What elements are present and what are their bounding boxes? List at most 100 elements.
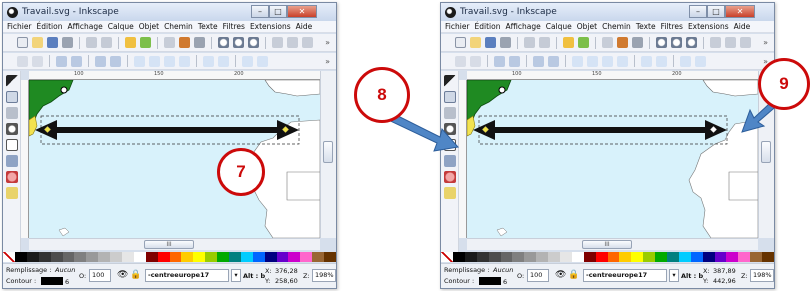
color-swatch[interactable]: [15, 252, 27, 262]
opacity-field[interactable]: 100: [527, 269, 549, 282]
color-swatch[interactable]: [169, 252, 182, 262]
minimize-button[interactable]: –: [689, 5, 707, 18]
menu-extensions[interactable]: Extensions: [250, 22, 291, 31]
color-swatch[interactable]: [38, 252, 51, 262]
snap-paths-icon[interactable]: [587, 55, 598, 67]
star-tool-icon[interactable]: [5, 187, 18, 199]
snap-rotation-icon[interactable]: [257, 55, 268, 67]
lower-icon[interactable]: [509, 55, 520, 67]
snap-midpoint-icon[interactable]: [656, 55, 667, 67]
color-swatch[interactable]: [264, 252, 277, 262]
zoom-selection-icon[interactable]: [656, 37, 667, 48]
zoom-page-icon[interactable]: [686, 37, 697, 48]
zoom-tool-icon[interactable]: [5, 123, 18, 135]
color-swatch[interactable]: [217, 252, 230, 262]
open-file-icon[interactable]: [470, 37, 481, 48]
color-swatch[interactable]: [276, 252, 289, 262]
snap-nodes-icon[interactable]: [572, 55, 583, 67]
color-swatch[interactable]: [86, 252, 99, 262]
color-swatch[interactable]: [300, 252, 313, 262]
color-swatch[interactable]: [122, 252, 134, 262]
no-paint-swatch[interactable]: [3, 252, 15, 262]
color-swatch[interactable]: [560, 252, 572, 262]
flip-icon[interactable]: [470, 55, 481, 67]
menu-fichier[interactable]: Fichier: [445, 22, 470, 31]
menu-affichage[interactable]: Affichage: [67, 22, 102, 31]
menu-texte[interactable]: Texte: [636, 22, 656, 31]
color-swatch[interactable]: [595, 252, 608, 262]
color-swatch[interactable]: [133, 252, 146, 262]
color-swatch[interactable]: [312, 252, 325, 262]
new-document-icon[interactable]: [17, 37, 28, 48]
color-swatch[interactable]: [74, 252, 87, 262]
zoom-drawing-icon[interactable]: [671, 37, 682, 48]
color-swatch[interactable]: [181, 252, 194, 262]
color-swatch[interactable]: [193, 252, 206, 262]
snap-midpoint-icon[interactable]: [218, 55, 229, 67]
node-tool-icon[interactable]: [5, 91, 18, 103]
undo-icon[interactable]: [125, 37, 136, 48]
stroke-swatch[interactable]: [41, 277, 63, 285]
clone-icon[interactable]: [287, 37, 298, 48]
undo-icon[interactable]: [563, 37, 574, 48]
clone-icon[interactable]: [725, 37, 736, 48]
color-swatch[interactable]: [631, 252, 644, 262]
fill-value[interactable]: Aucun: [55, 266, 75, 274]
menu-edition[interactable]: Édition: [37, 22, 63, 31]
paste-icon[interactable]: [632, 37, 643, 48]
eye-icon[interactable]: 👁: [555, 270, 566, 280]
color-swatch[interactable]: [536, 252, 549, 262]
vertical-scroll-thumb[interactable]: [323, 141, 333, 163]
redo-icon[interactable]: [140, 37, 151, 48]
color-swatch[interactable]: [26, 252, 39, 262]
toolbar-overflow-icon[interactable]: »: [325, 57, 330, 66]
no-paint-swatch[interactable]: [441, 252, 453, 262]
layer-dropdown-icon[interactable]: ▾: [669, 269, 679, 282]
color-swatch[interactable]: [548, 252, 561, 262]
lock-icon[interactable]: 🔒: [568, 270, 579, 280]
color-swatch[interactable]: [714, 252, 727, 262]
color-swatch[interactable]: [110, 252, 123, 262]
snap-intersections-icon[interactable]: [602, 55, 613, 67]
color-swatch[interactable]: [678, 252, 691, 262]
eye-icon[interactable]: 👁: [117, 270, 128, 280]
color-swatch[interactable]: [240, 252, 253, 262]
menu-calque[interactable]: Calque: [546, 22, 572, 31]
snap-intersections-icon[interactable]: [164, 55, 175, 67]
minimize-button[interactable]: –: [251, 5, 269, 18]
export-icon[interactable]: [539, 37, 550, 48]
zoom-page-icon[interactable]: [248, 37, 259, 48]
menu-objet[interactable]: Objet: [139, 22, 159, 31]
import-icon[interactable]: [86, 37, 97, 48]
color-swatch[interactable]: [476, 252, 489, 262]
zoom-selection-icon[interactable]: [218, 37, 229, 48]
color-swatch[interactable]: [324, 252, 336, 262]
align-icon[interactable]: [533, 55, 544, 67]
snap-center-icon[interactable]: [680, 55, 691, 67]
selector-tool-icon[interactable]: [5, 75, 18, 87]
lower-icon[interactable]: [71, 55, 82, 67]
rotate-icon[interactable]: [17, 55, 28, 67]
export-icon[interactable]: [101, 37, 112, 48]
color-swatch[interactable]: [453, 252, 465, 262]
snap-paths-icon[interactable]: [149, 55, 160, 67]
drawing-canvas[interactable]: [29, 80, 320, 238]
tweak-tool-icon[interactable]: [5, 107, 18, 119]
snap-rotation-icon[interactable]: [695, 55, 706, 67]
color-swatch[interactable]: [512, 252, 525, 262]
color-swatch[interactable]: [500, 252, 513, 262]
save-icon[interactable]: [485, 37, 496, 48]
color-swatch[interactable]: [229, 252, 241, 262]
ellipse-tool-icon[interactable]: [5, 171, 18, 183]
color-swatch[interactable]: [655, 252, 668, 262]
menu-filtres[interactable]: Filtres: [223, 22, 245, 31]
cut-icon[interactable]: [617, 37, 628, 48]
ellipse-tool-icon[interactable]: [443, 171, 456, 183]
duplicate-icon[interactable]: [272, 37, 283, 48]
cut-icon[interactable]: [179, 37, 190, 48]
copy-icon[interactable]: [602, 37, 613, 48]
copy-icon[interactable]: [164, 37, 175, 48]
color-swatch[interactable]: [750, 252, 763, 262]
menu-extensions[interactable]: Extensions: [688, 22, 729, 31]
print-icon[interactable]: [62, 37, 73, 48]
